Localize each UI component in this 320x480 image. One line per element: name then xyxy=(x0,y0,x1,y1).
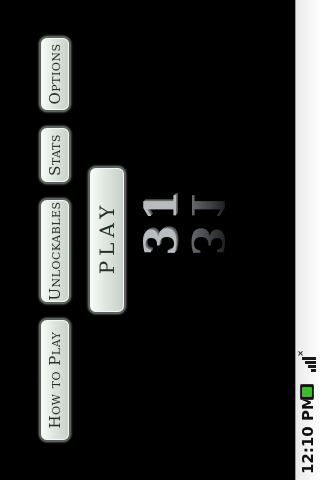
stats-label: Stats xyxy=(46,134,64,176)
status-bar-content: 12:10 PM × xyxy=(296,0,320,480)
signal-icon: × xyxy=(296,350,316,372)
signal-bar xyxy=(302,357,316,360)
signal-bar xyxy=(305,361,316,364)
charging-bolt-icon xyxy=(302,387,312,397)
play-button[interactable]: PLAY xyxy=(88,166,126,314)
how-to-play-label: How to Play xyxy=(46,331,64,429)
game-logo: 31 31 xyxy=(136,158,240,262)
options-label: Options xyxy=(46,43,64,105)
battery-charging-icon xyxy=(300,384,314,400)
status-bar: 12:10 PM × xyxy=(295,0,320,480)
logo-reflection: 31 xyxy=(181,186,232,256)
options-button[interactable]: Options xyxy=(39,36,71,112)
status-clock: 12:10 PM xyxy=(299,395,317,474)
logo-text: 31 xyxy=(136,186,187,256)
how-to-play-button[interactable]: How to Play xyxy=(39,318,71,442)
signal-bar xyxy=(308,365,316,368)
main-menu: How to Play Unlockables Stats Options PL… xyxy=(0,0,296,480)
no-data-icon: × xyxy=(296,350,305,357)
signal-bar xyxy=(311,369,316,372)
unlockables-label: Unlockables xyxy=(46,201,64,301)
stats-button[interactable]: Stats xyxy=(39,126,71,184)
unlockables-button[interactable]: Unlockables xyxy=(39,198,71,304)
play-label: PLAY xyxy=(95,200,119,275)
